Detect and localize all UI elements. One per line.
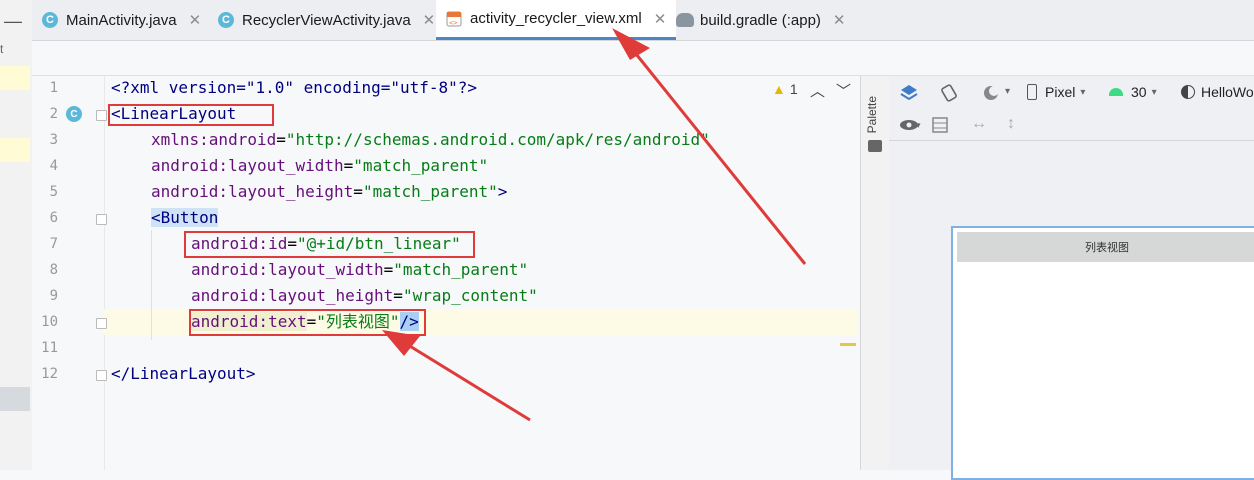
- phone-icon: [1027, 84, 1037, 100]
- layers-icon[interactable]: [899, 83, 919, 103]
- chevron-down-icon[interactable]: ▾: [916, 120, 921, 131]
- theme-name: HelloWo: [1201, 84, 1254, 100]
- api-selector[interactable]: 30 ▾: [1109, 84, 1157, 100]
- chevron-down-icon: ▾: [1080, 86, 1086, 98]
- design-secondary-toolbar: ▾ ↔ ↕: [889, 110, 1254, 141]
- palette-tool-strip[interactable]: Palette: [860, 76, 890, 470]
- theme-icon: [1181, 85, 1195, 99]
- palette-icon: [868, 140, 882, 152]
- orientation-icon[interactable]: [939, 83, 959, 103]
- theme-selector[interactable]: HelloWo: [1181, 84, 1254, 100]
- device-selector[interactable]: Pixel ▾: [1027, 84, 1085, 100]
- layout-design-panel: ▾ Pixel ▾ 30 ▾ HelloWo ▾ ↔ ↕ 列表视图: [889, 76, 1254, 480]
- horizontal-resize-icon[interactable]: ↔: [971, 115, 987, 133]
- night-mode-icon[interactable]: [981, 83, 1001, 103]
- design-toolbar: ▾ Pixel ▾ 30 ▾ HelloWo: [889, 76, 1254, 110]
- device-preview[interactable]: 列表视图: [951, 226, 1254, 480]
- blueprint-icon[interactable]: [931, 116, 949, 134]
- vertical-resize-icon[interactable]: ↕: [1007, 115, 1015, 133]
- device-name: Pixel: [1045, 84, 1076, 100]
- android-icon: [1109, 88, 1123, 96]
- palette-label: Palette: [865, 96, 879, 134]
- preview-button[interactable]: 列表视图: [957, 232, 1254, 262]
- chevron-down-icon[interactable]: ▾: [1005, 86, 1010, 97]
- api-level: 30: [1131, 84, 1147, 100]
- chevron-down-icon: ▾: [1151, 86, 1157, 98]
